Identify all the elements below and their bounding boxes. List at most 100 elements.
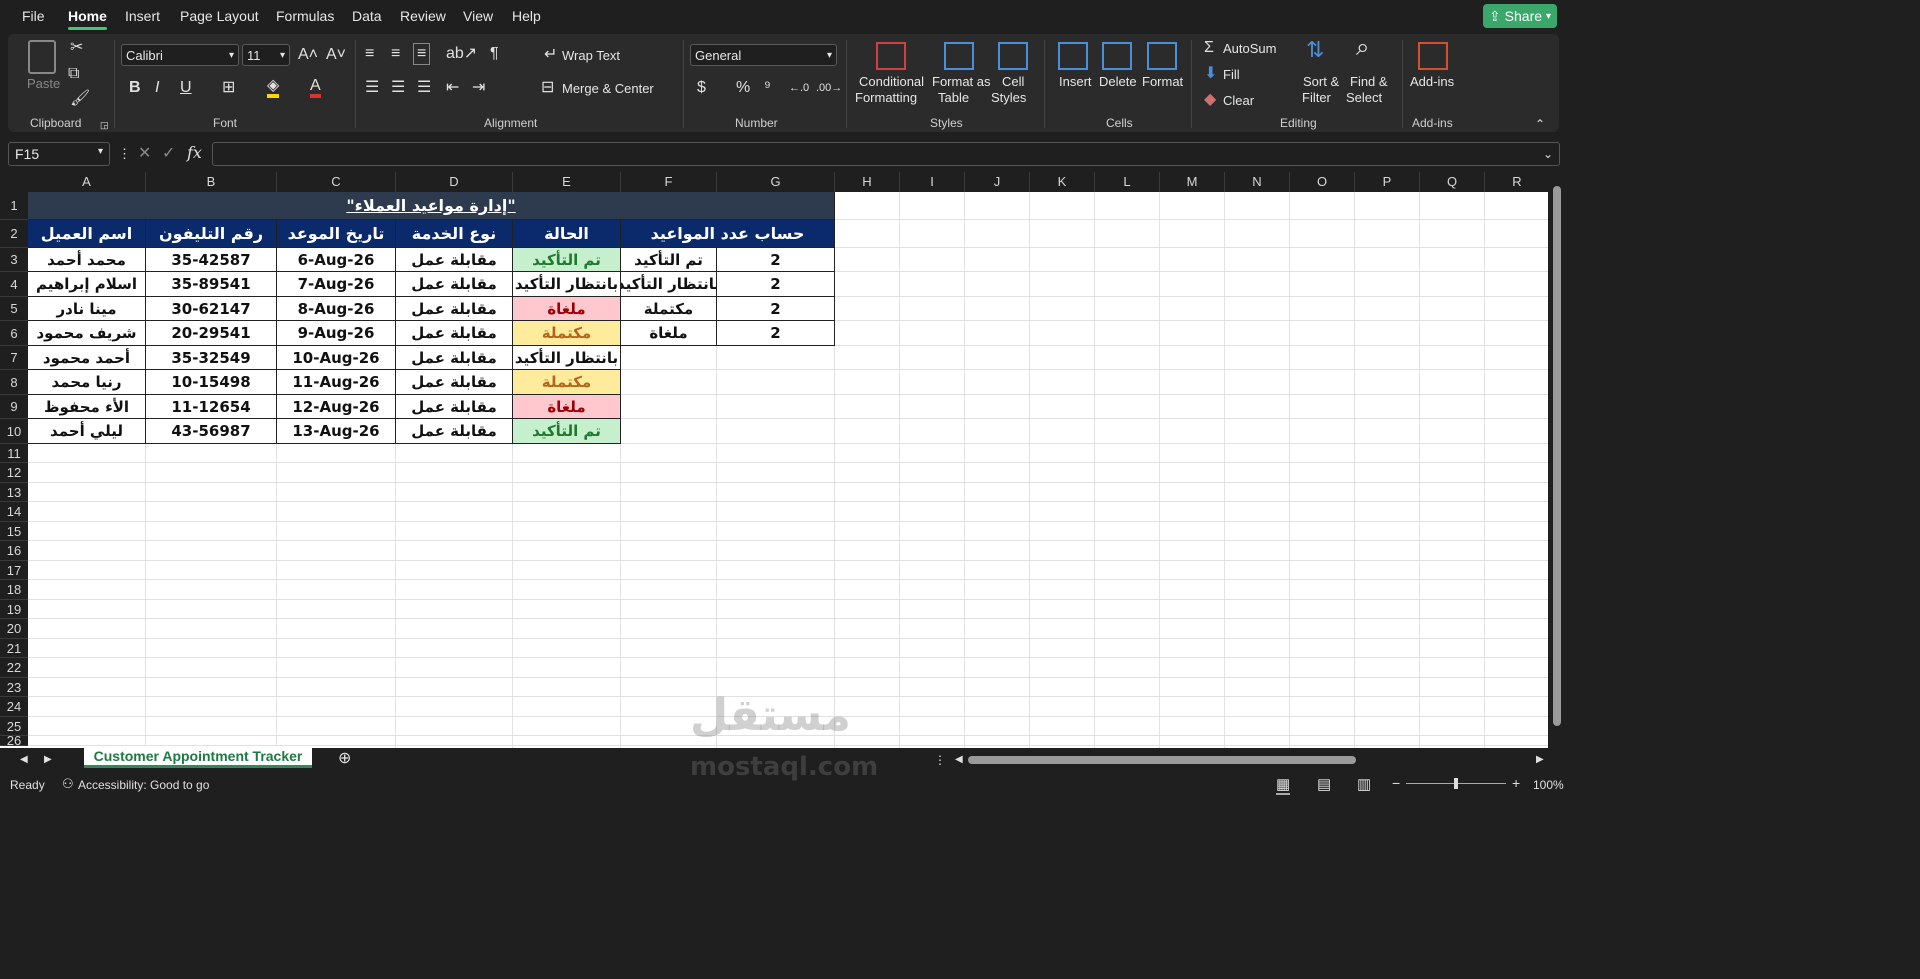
insert-function-icon[interactable]: fx: [187, 145, 202, 161]
table-cell[interactable]: 30-62147: [146, 297, 277, 321]
row-header-17[interactable]: 17: [0, 561, 28, 580]
accessibility-status[interactable]: Accessibility: Good to go: [78, 778, 209, 792]
status-cell[interactable]: ملغاة: [513, 297, 621, 321]
column-header-r[interactable]: R: [1485, 172, 1550, 192]
horizontal-scroll-thumb[interactable]: [968, 756, 1356, 764]
add-ins-icon[interactable]: [1418, 42, 1448, 70]
collapse-ribbon-icon[interactable]: ⌃: [1535, 116, 1545, 132]
cell-styles-l2[interactable]: Styles: [991, 90, 1026, 105]
table-cell[interactable]: مقابلة عمل: [396, 248, 513, 272]
row-header-10[interactable]: 10: [0, 419, 28, 444]
row-header-3[interactable]: 3: [0, 248, 28, 272]
menu-home[interactable]: Home: [68, 8, 107, 30]
currency-icon[interactable]: $: [697, 80, 706, 96]
add-ins-button[interactable]: Add-ins: [1410, 74, 1454, 89]
table-cell[interactable]: مقابلة عمل: [396, 272, 513, 297]
orientation-icon[interactable]: ab↗: [446, 46, 477, 62]
status-cell[interactable]: مكتملة: [513, 370, 621, 395]
align-bottom-icon[interactable]: ≡: [413, 43, 431, 65]
status-cell[interactable]: مكتملة: [513, 321, 621, 346]
table-cell[interactable]: 10-15498: [146, 370, 277, 395]
number-format-select[interactable]: General ▾: [690, 44, 837, 66]
table-cell[interactable]: أحمد محمود: [28, 346, 146, 370]
status-cell[interactable]: ملغاة: [513, 395, 621, 419]
summary-count-cell[interactable]: 2: [717, 321, 835, 346]
table-cell[interactable]: مقابلة عمل: [396, 419, 513, 444]
column-header-d[interactable]: D: [396, 172, 513, 192]
share-button[interactable]: ⇪ Share ▾: [1483, 4, 1557, 28]
header-cell[interactable]: تاريخ الموعد: [277, 220, 396, 248]
clear-button[interactable]: Clear: [1223, 93, 1254, 108]
column-header-h[interactable]: H: [835, 172, 900, 192]
autosum-button[interactable]: AutoSum: [1223, 41, 1276, 56]
spreadsheet-grid[interactable]: ABCDEFGHIJKLMNOPQR 1 2 3 4 5 6 7 8 9 10 11 12 13 14 15…: [0, 172, 1568, 748]
scroll-right-icon[interactable]: ▶: [1536, 752, 1544, 768]
column-header-k[interactable]: K: [1030, 172, 1095, 192]
decrease-indent-icon[interactable]: ⇤: [446, 80, 459, 96]
status-cell[interactable]: بانتظار التأكيد: [513, 272, 621, 297]
menu-formulas[interactable]: Formulas: [276, 8, 334, 24]
table-cell[interactable]: اسلام إبراهيم: [28, 272, 146, 297]
format-as-table-l2[interactable]: Table: [938, 90, 969, 105]
increase-indent-icon[interactable]: ⇥: [472, 80, 485, 96]
table-cell[interactable]: الأء محفوظ: [28, 395, 146, 419]
table-cell[interactable]: 13-Aug-26: [277, 419, 396, 444]
font-size-select[interactable]: 11 ▾: [242, 44, 290, 66]
table-cell[interactable]: 12-Aug-26: [277, 395, 396, 419]
column-header-n[interactable]: N: [1225, 172, 1290, 192]
merge-center-icon[interactable]: ⊟: [541, 80, 554, 96]
wrap-text-button[interactable]: Wrap Text: [562, 48, 620, 63]
prev-sheet-icon[interactable]: ◀: [20, 752, 28, 768]
borders-icon[interactable]: ⊞: [222, 80, 235, 96]
find-select-l2[interactable]: Select: [1346, 90, 1382, 105]
vertical-scroll-thumb[interactable]: [1553, 186, 1561, 726]
table-cell[interactable]: 35-42587: [146, 248, 277, 272]
more-options-icon[interactable]: ⋮: [118, 146, 131, 162]
table-cell[interactable]: 7-Aug-26: [277, 272, 396, 297]
zoom-slider-handle[interactable]: [1454, 778, 1458, 789]
table-cell[interactable]: مقابلة عمل: [396, 297, 513, 321]
table-cell[interactable]: مينا نادر: [28, 297, 146, 321]
header-cell[interactable]: اسم العميل: [28, 220, 146, 248]
wrap-text-icon[interactable]: ↵: [544, 47, 557, 63]
table-cell[interactable]: شريف محمود: [28, 321, 146, 346]
dialog-launcher-icon[interactable]: ◲: [100, 117, 109, 133]
column-header-q[interactable]: Q: [1420, 172, 1485, 192]
summary-label-cell[interactable]: ملغاة: [621, 321, 717, 346]
paste-button[interactable]: Paste: [27, 76, 60, 91]
summary-count-cell[interactable]: 2: [717, 272, 835, 297]
table-cell[interactable]: 43-56987: [146, 419, 277, 444]
sort-filter-icon[interactable]: ⇅: [1306, 39, 1324, 61]
copy-icon[interactable]: ⧉: [68, 66, 79, 82]
column-header-b[interactable]: B: [146, 172, 277, 192]
align-right-icon[interactable]: ☰: [417, 80, 431, 96]
row-header-15[interactable]: 15: [0, 522, 28, 541]
column-header-o[interactable]: O: [1290, 172, 1355, 192]
row-header-8[interactable]: 8: [0, 370, 28, 395]
row-header-7[interactable]: 7: [0, 346, 28, 370]
next-sheet-icon[interactable]: ▶: [44, 752, 52, 768]
underline-icon[interactable]: U: [180, 80, 192, 96]
decrease-decimal-icon[interactable]: .00→: [816, 80, 842, 96]
row-header-19[interactable]: 19: [0, 600, 28, 619]
table-cell[interactable]: 11-12654: [146, 395, 277, 419]
increase-decimal-icon[interactable]: ←.0: [789, 80, 809, 96]
column-header-l[interactable]: L: [1095, 172, 1160, 192]
autosum-icon[interactable]: Σ: [1204, 40, 1214, 56]
table-cell[interactable]: 9-Aug-26: [277, 321, 396, 346]
align-middle-icon[interactable]: ≡: [391, 46, 400, 62]
italic-icon[interactable]: I: [155, 80, 159, 96]
menu-page-layout[interactable]: Page Layout: [180, 8, 259, 24]
cancel-icon[interactable]: ✕: [138, 146, 151, 162]
insert-cells-icon[interactable]: [1058, 42, 1088, 70]
cell-styles-icon[interactable]: [998, 42, 1028, 70]
row-header-20[interactable]: 20: [0, 619, 28, 639]
align-left-icon[interactable]: ☰: [365, 80, 379, 96]
row-header-22[interactable]: 22: [0, 658, 28, 678]
column-header-a[interactable]: A: [28, 172, 146, 192]
clear-icon[interactable]: ◆: [1204, 92, 1216, 108]
paste-icon[interactable]: [28, 40, 56, 74]
column-header-i[interactable]: I: [900, 172, 965, 192]
row-header-13[interactable]: 13: [0, 483, 28, 502]
zoom-out-icon[interactable]: −: [1392, 775, 1400, 791]
